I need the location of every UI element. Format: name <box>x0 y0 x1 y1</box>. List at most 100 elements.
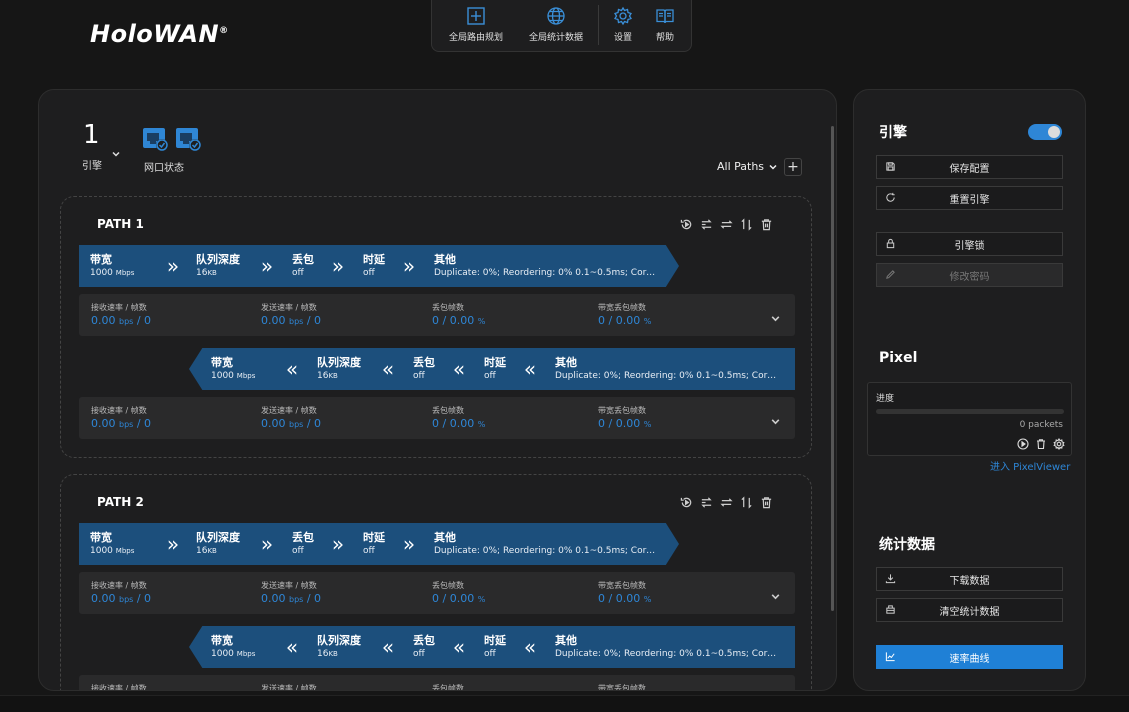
other-settings-cell[interactable]: 其他 Duplicate: 0%; Reordering: 0% 0.1~0.5m… <box>434 530 656 558</box>
delay-cell[interactable]: 时延 off <box>363 252 394 280</box>
double-chevron-right-icon: » <box>402 254 416 278</box>
swap-lines-icon[interactable] <box>699 495 713 509</box>
double-chevron-left-icon: « <box>523 635 537 659</box>
double-chevron-left-icon: « <box>523 357 537 381</box>
send-rate-stat: 发送速率 / 帧数 0.00 bps / 0 <box>261 406 322 430</box>
swap-lines-icon[interactable] <box>699 217 713 231</box>
chevron-down-icon[interactable] <box>111 144 121 163</box>
engine-label: 引擎 <box>82 161 102 172</box>
delay-cell[interactable]: 时延 off <box>484 355 515 383</box>
trash-icon[interactable] <box>1035 435 1047 454</box>
queue-depth-cell[interactable]: 队列深度 16KB <box>317 633 373 661</box>
port-status-icons <box>143 128 203 152</box>
path-card: PATH 1 带宽 1000 Mbps » 队列深度 16KB » 丢包 off » … <box>60 196 812 458</box>
drop-frames-stat: 丢包帧数 0 / 0.00 % <box>432 581 486 605</box>
progress-bar <box>876 409 1064 414</box>
forward-stats-row: 接收速率 / 帧数 0.00 bps / 0 发送速率 / 帧数 0.00 bps … <box>79 572 795 614</box>
top-navigation: 全局路由规划 全局统计数据 设置 帮助 <box>431 0 692 52</box>
packet-loss-cell[interactable]: 丢包 off <box>292 530 323 558</box>
path-title: PATH 1 <box>97 217 144 231</box>
double-chevron-right-icon: » <box>402 532 416 556</box>
chevron-down-icon[interactable] <box>770 587 781 606</box>
pixelviewer-link[interactable]: 进入 PixelViewer <box>990 458 1070 473</box>
double-chevron-left-icon: « <box>285 357 299 381</box>
bandwidth-cell[interactable]: 带宽 1000 Mbps <box>90 530 158 558</box>
delay-cell[interactable]: 时延 off <box>363 530 394 558</box>
pixel-section-title: Pixel <box>879 350 918 366</box>
drop-frames-stat: 丢包帧数 <box>432 684 464 691</box>
reset-engine-button[interactable]: 重置引擎 <box>876 186 1063 210</box>
chevron-down-icon[interactable] <box>770 309 781 328</box>
rate-curve-button[interactable]: 速率曲线 <box>876 645 1063 669</box>
queue-depth-cell[interactable]: 队列深度 16KB <box>196 530 252 558</box>
lock-icon <box>885 238 896 252</box>
swap-horizontal-icon[interactable] <box>719 217 733 231</box>
path-actions <box>679 495 773 509</box>
download-data-button[interactable]: 下载数据 <box>876 567 1063 591</box>
trash-icon[interactable] <box>759 495 773 509</box>
packet-loss-cell[interactable]: 丢包 off <box>292 252 323 280</box>
queue-depth-cell[interactable]: 队列深度 16KB <box>196 252 252 280</box>
other-settings-cell[interactable]: 其他 Duplicate: 0%; Reordering: 0% 0.1~0.5m… <box>555 355 777 383</box>
nav-settings[interactable]: 设置 <box>605 5 641 43</box>
network-port-ok-icon[interactable] <box>143 128 170 152</box>
gear-icon[interactable] <box>1053 435 1065 454</box>
swap-vertical-icon[interactable] <box>739 495 753 509</box>
send-rate-stat: 发送速率 / 帧数 0.00 bps / 0 <box>261 581 322 605</box>
replay-icon[interactable] <box>679 217 693 231</box>
other-settings-cell[interactable]: 其他 Duplicate: 0%; Reordering: 0% 0.1~0.5m… <box>434 252 656 280</box>
route-plan-icon <box>465 5 487 27</box>
bandwidth-drop-stat: 带宽丢包帧数 0 / 0.00 % <box>598 406 652 430</box>
scrollbar-thumb[interactable] <box>831 126 834 611</box>
clear-stats-button[interactable]: 清空统计数据 <box>876 598 1063 622</box>
send-rate-stat: 发送速率 / 帧数 <box>261 684 317 691</box>
recv-rate-stat: 接收速率 / 帧数 0.00 bps / 0 <box>91 581 152 605</box>
reverse-flow-bar: 带宽 1000 Mbps « 队列深度 16KB « 丢包 off « 时延 off «… <box>189 626 795 668</box>
drop-frames-stat: 丢包帧数 0 / 0.00 % <box>432 303 486 327</box>
path-title: PATH 2 <box>97 495 144 509</box>
queue-depth-cell[interactable]: 队列深度 16KB <box>317 355 373 383</box>
save-config-button[interactable]: 保存配置 <box>876 155 1063 179</box>
refresh-icon <box>885 192 896 206</box>
engine-selector[interactable]: 1 <box>83 120 100 150</box>
reverse-flow-bar: 带宽 1000 Mbps « 队列深度 16KB « 丢包 off « 时延 off «… <box>189 348 795 390</box>
double-chevron-right-icon: » <box>331 532 345 556</box>
engine-lock-button[interactable]: 引擎锁 <box>876 232 1063 256</box>
other-settings-cell[interactable]: 其他 Duplicate: 0%; Reordering: 0% 0.1~0.5m… <box>555 633 777 661</box>
all-paths-dropdown[interactable]: All Paths <box>717 160 778 173</box>
play-icon[interactable] <box>1017 435 1029 454</box>
plus-icon: + <box>787 159 799 175</box>
chevron-down-icon <box>769 164 777 170</box>
trash-icon[interactable] <box>759 217 773 231</box>
double-chevron-right-icon: » <box>166 532 180 556</box>
bandwidth-cell[interactable]: 带宽 1000 Mbps <box>211 633 277 661</box>
double-chevron-left-icon: « <box>452 357 466 381</box>
double-chevron-right-icon: » <box>166 254 180 278</box>
packet-loss-cell[interactable]: 丢包 off <box>413 633 444 661</box>
nav-divider <box>598 5 599 45</box>
path-actions <box>679 217 773 231</box>
nav-help[interactable]: 帮助 <box>641 5 689 43</box>
paths-panel: 1 引擎 网口状态 All Paths + PATH 1 带宽 1000 Mbps… <box>38 89 837 691</box>
swap-horizontal-icon[interactable] <box>719 495 733 509</box>
add-path-button[interactable]: + <box>784 158 802 176</box>
delay-cell[interactable]: 时延 off <box>484 633 515 661</box>
double-chevron-left-icon: « <box>452 635 466 659</box>
engine-section-title: 引擎 <box>879 125 907 141</box>
bandwidth-drop-stat: 带宽丢包帧数 0 / 0.00 % <box>598 303 652 327</box>
chevron-down-icon[interactable] <box>770 412 781 431</box>
replay-icon[interactable] <box>679 495 693 509</box>
swap-vertical-icon[interactable] <box>739 217 753 231</box>
bandwidth-cell[interactable]: 带宽 1000 Mbps <box>211 355 277 383</box>
packet-loss-cell[interactable]: 丢包 off <box>413 355 444 383</box>
nav-global-stats[interactable]: 全局统计数据 <box>520 5 592 43</box>
network-port-ok-icon[interactable] <box>176 128 203 152</box>
packet-count: 0 packets <box>1019 420 1063 430</box>
nav-global-route-plan[interactable]: 全局路由规划 <box>432 5 520 43</box>
change-password-button[interactable]: 修改密码 <box>876 263 1063 287</box>
progress-label: 进度 <box>876 394 895 404</box>
book-icon <box>654 5 676 27</box>
engine-toggle[interactable] <box>1028 124 1062 140</box>
bandwidth-cell[interactable]: 带宽 1000 Mbps <box>90 252 158 280</box>
forward-flow-bar: 带宽 1000 Mbps » 队列深度 16KB » 丢包 off » 时延 off »… <box>79 245 679 287</box>
